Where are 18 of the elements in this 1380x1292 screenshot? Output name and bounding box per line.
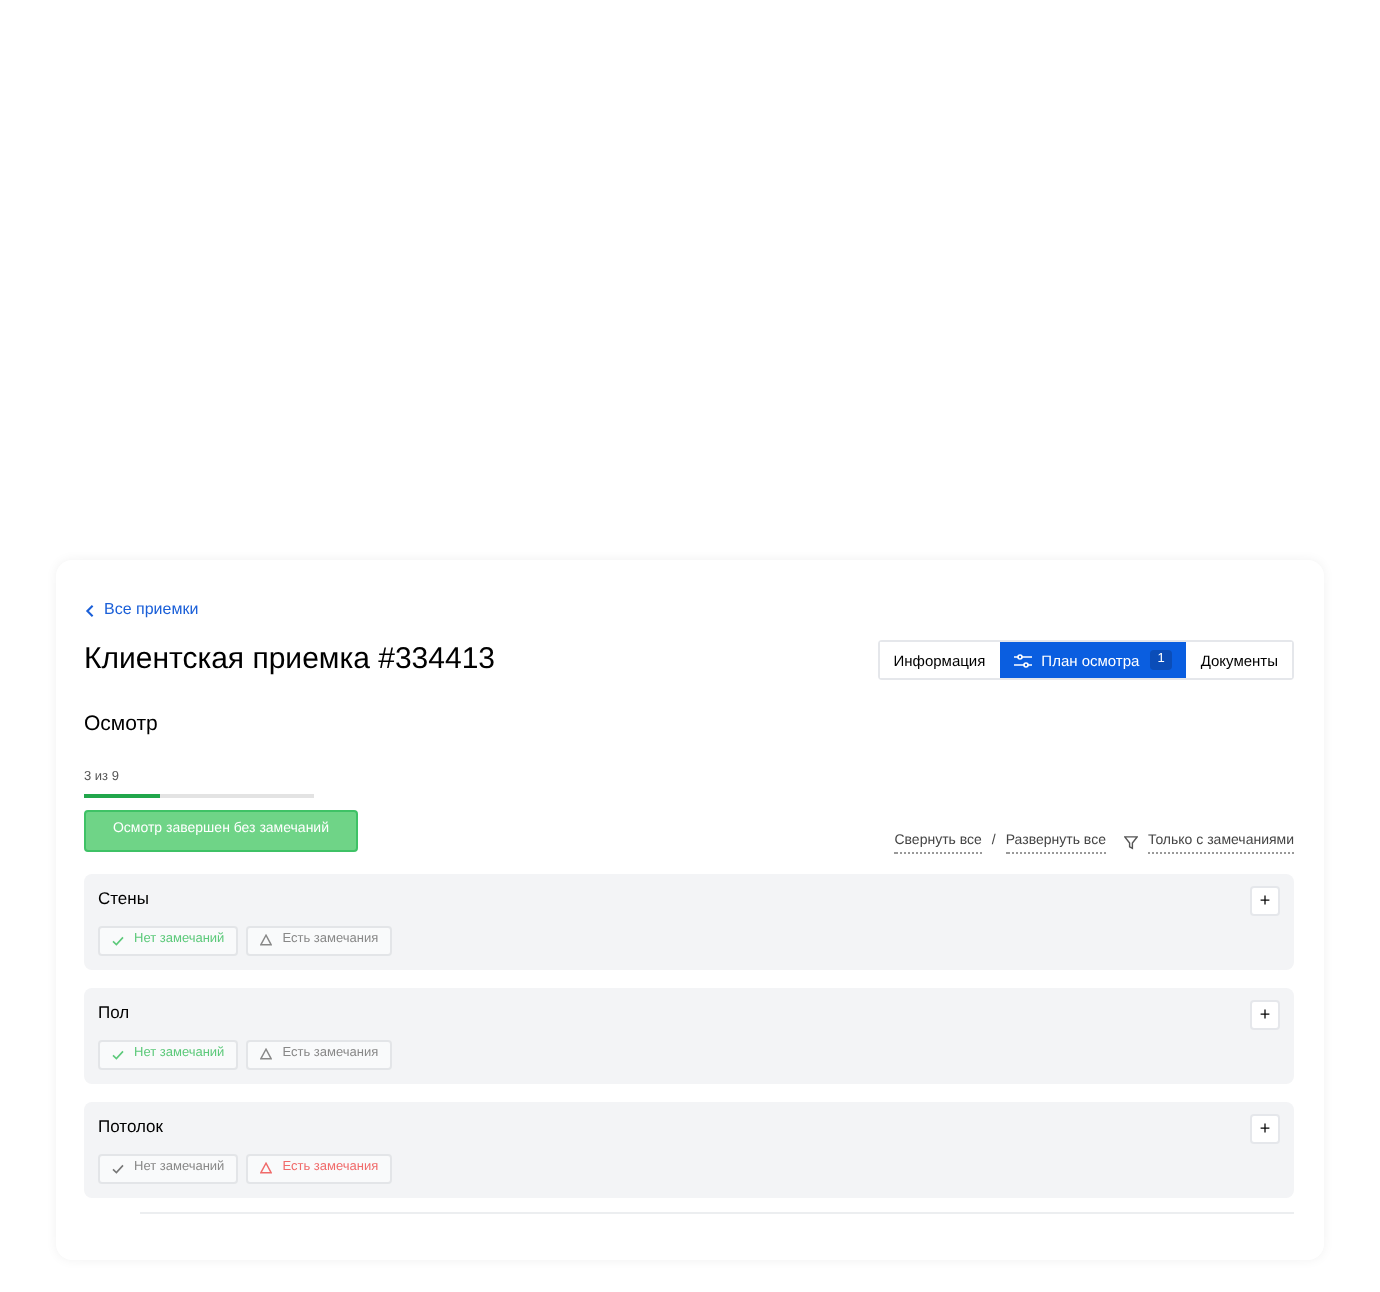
check-icon (112, 1049, 124, 1060)
filter-icon (1123, 835, 1138, 850)
section-title: Осмотр (84, 709, 160, 739)
back-link[interactable]: Все приемки (84, 598, 199, 622)
check-icon (112, 1163, 124, 1174)
page-title: Клиентская приемка #334413 (84, 640, 496, 680)
add-button[interactable]: + (1250, 886, 1280, 916)
add-button[interactable]: + (1250, 1000, 1280, 1030)
item-title: Потолок (98, 1114, 165, 1140)
sliders-icon (1013, 653, 1032, 668)
warning-icon (260, 1048, 273, 1061)
item-title: Пол (98, 1000, 132, 1026)
warning-icon (260, 1162, 273, 1175)
warning-icon (260, 934, 273, 947)
chevron-left-icon (84, 603, 96, 617)
add-button[interactable]: + (1250, 1114, 1280, 1144)
check-icon (112, 935, 124, 946)
item-title: Стены (98, 886, 151, 912)
